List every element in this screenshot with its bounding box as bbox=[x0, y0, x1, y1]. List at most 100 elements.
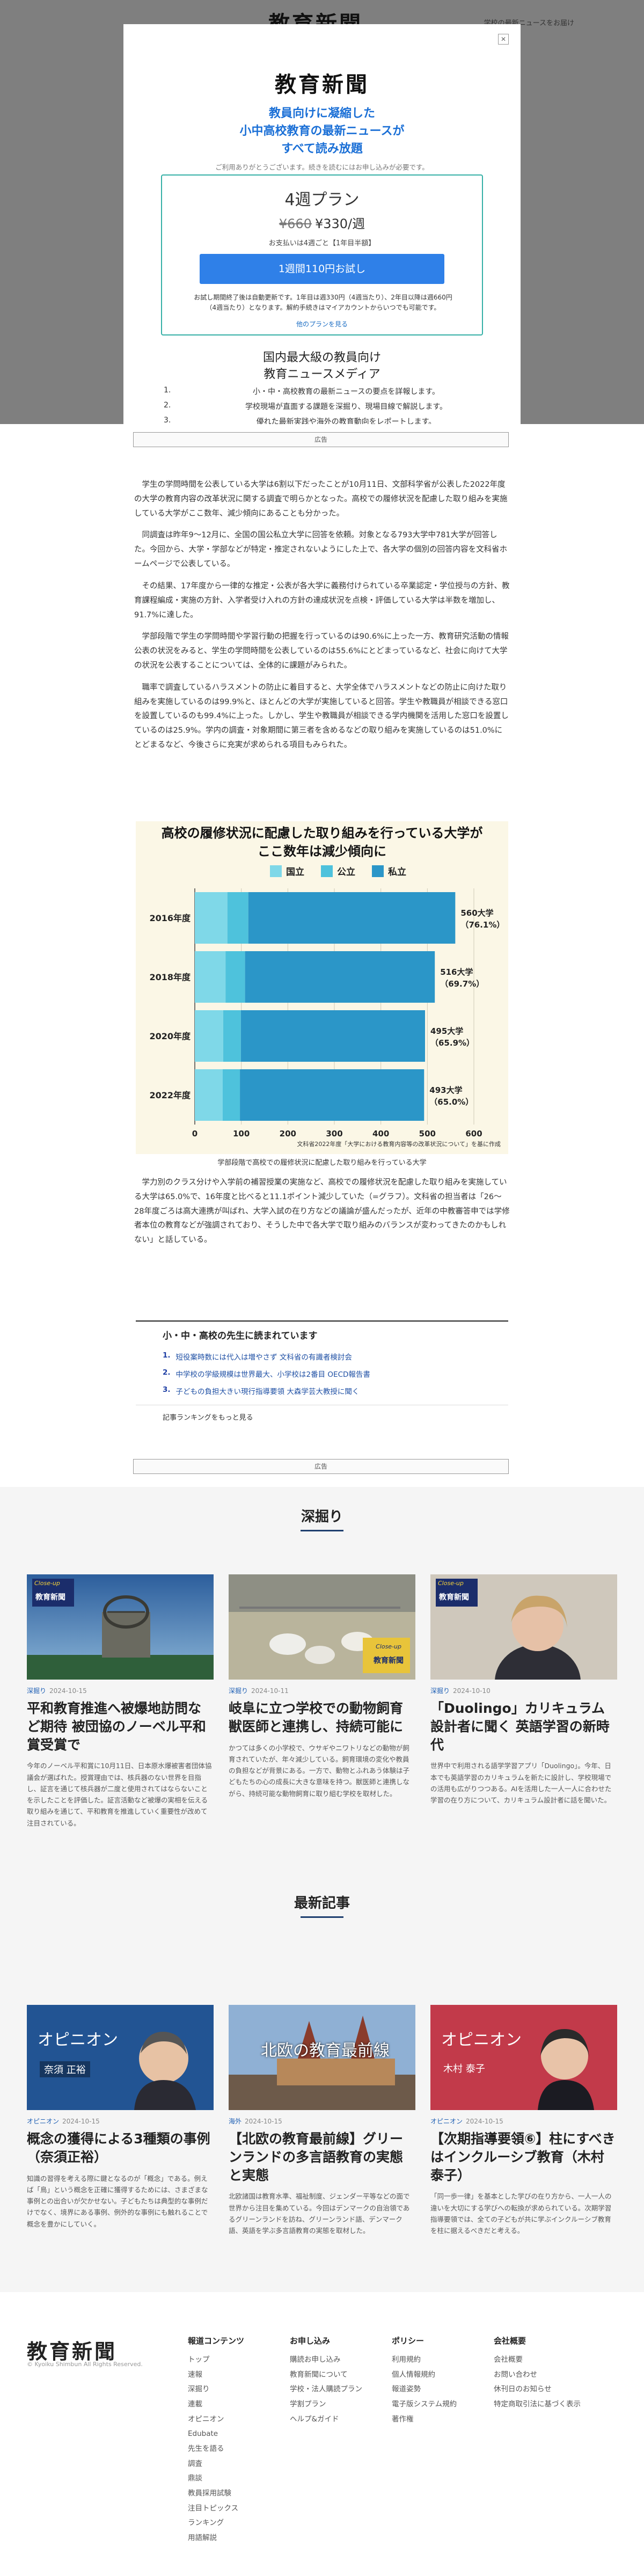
trial-button[interactable]: 1週間110円お試し bbox=[200, 254, 444, 284]
chart-title: ここ数年は減少傾向に bbox=[258, 844, 386, 859]
article-card[interactable]: 北欧の教育最前線 海外 2024-10-15 【北欧の教育最前線】グリーンランドの… bbox=[229, 2005, 415, 2236]
bar-segment bbox=[195, 951, 226, 1003]
plan-price: ¥660 ¥330/週 bbox=[162, 213, 482, 232]
footer-link[interactable]: 学割プラン bbox=[290, 2397, 362, 2412]
article-card[interactable]: Close-up 教育新聞 深掘り 2024-10-11 岐阜に立つ学校での動物飼… bbox=[229, 1574, 415, 1799]
fine-print: お試し期間終了後は自動更新です。1年目は週330円（4週当たり）、2年目以降は週… bbox=[194, 294, 452, 312]
category-label: 2016年度 bbox=[149, 913, 191, 923]
footer-link[interactable]: 先生を語る bbox=[188, 2442, 244, 2457]
thumbnail-image bbox=[430, 1574, 617, 1680]
close-icon[interactable]: ✕ bbox=[498, 34, 509, 45]
article-paragraph: 同調査は昨年9〜12月に、全国の国公私立大学に回答を依頼。対象となる793大学中… bbox=[134, 531, 508, 569]
card-category[interactable]: オピニオン bbox=[430, 2118, 463, 2125]
article-card[interactable]: Close-up 教育新聞 深掘り 2024-10-10 「Duolingo」カリ… bbox=[430, 1574, 617, 1806]
card-title[interactable]: 「Duolingo」カリキュラム設計者に聞く 英語学習の新時代 bbox=[430, 1699, 617, 1754]
card-date: 2024-10-11 bbox=[251, 1687, 289, 1695]
card-thumbnail[interactable]: Close-up 教育新聞 bbox=[229, 1574, 415, 1680]
bar-segment bbox=[195, 1010, 223, 1062]
footer-link[interactable]: 会社概要 bbox=[494, 2353, 581, 2368]
article-paragraph: 学生の学問時間を公表している大学は6割以下だったことが10月11日、文部科学省が… bbox=[134, 480, 508, 518]
bar-chart: 高校の履修状況に配慮した取り組みを行っている大学がここ数年は減少傾向に国立 公立 私… bbox=[136, 821, 508, 1154]
card-thumbnail[interactable]: 北欧の教育最前線 bbox=[229, 2005, 415, 2110]
footer-link[interactable]: 報道姿勢 bbox=[392, 2382, 457, 2397]
card-excerpt: 北欧諸国は教育水準、福祉制度、ジェンダー平等などの面で世界から注目を集めている。… bbox=[229, 2192, 410, 2235]
payment-note: お支払いは4週ごと【1年目半額】 bbox=[268, 239, 376, 247]
bar-segment bbox=[227, 892, 248, 944]
card-thumbnail[interactable]: Close-up 教育新聞 bbox=[27, 1574, 214, 1680]
card-thumbnail[interactable]: Close-up 教育新聞 bbox=[430, 1574, 617, 1680]
card-title[interactable]: 【北欧の教育最前線】グリーンランドの多言語教育の実態と実態 bbox=[229, 2130, 415, 2184]
popular-article-link[interactable]: 2. 中学校の学級規模は世界最大、小学校は2番目 OECD報告書 bbox=[163, 1365, 508, 1382]
card-date: 2024-10-15 bbox=[245, 2118, 282, 2125]
footer-link[interactable]: 電子版システム規約 bbox=[392, 2397, 457, 2412]
footer-column-heading: 会社概要 bbox=[494, 2336, 526, 2346]
footer-link[interactable]: 深掘り bbox=[188, 2382, 244, 2397]
card-excerpt: 今年のノーベル平和賞に10月11日、日本原水爆被害者団体協議会が選ばれた。授賞理… bbox=[27, 1762, 212, 1827]
footer-link[interactable]: 調査 bbox=[188, 2457, 244, 2472]
footer-link[interactable]: ランキング bbox=[188, 2516, 244, 2531]
footer-link[interactable]: 休刊日のお知らせ bbox=[494, 2382, 581, 2397]
card-category[interactable]: 深掘り bbox=[27, 1687, 46, 1695]
card-title[interactable]: 岐阜に立つ学校での動物飼育 獣医師と連携し、持続可能に bbox=[229, 1699, 415, 1736]
paywall-modal: ✕ 教育新聞 教員向けに凝縮した 小中高校教育の最新ニュースが すべて読み放題 ご利… bbox=[123, 24, 521, 424]
media-title: 国内最大級の教員向け 教育ニュースメディア bbox=[123, 350, 521, 383]
article-card[interactable]: オピニオン 木村 泰子 オピニオン 2024-10-15 【次期指導要領⑥】柱にす… bbox=[430, 2005, 617, 2236]
footer-link[interactable]: 個人情報規約 bbox=[392, 2368, 457, 2383]
article-card[interactable]: Close-up 教育新聞 深掘り 2024-10-15 平和教育推進へ被爆地訪問… bbox=[27, 1574, 214, 1829]
card-category[interactable]: オピニオン bbox=[27, 2118, 59, 2125]
modal-thanks-text: ご利用ありがとうございます。続きを読むにはお申し込みが必要です。 bbox=[215, 163, 429, 171]
footer-column-policy: ポリシー 利用規約 個人情報規約 報道姿勢 電子版システム規約 著作権 bbox=[392, 2335, 457, 2427]
footer-link[interactable]: 用語解説 bbox=[188, 2531, 244, 2546]
footer-logo[interactable]: 教育新聞 bbox=[27, 2335, 117, 2365]
footer-link[interactable]: 鼎談 bbox=[188, 2471, 244, 2486]
card-category[interactable]: 海外 bbox=[229, 2118, 241, 2125]
footer-link[interactable]: 連載 bbox=[188, 2397, 244, 2412]
x-tick-label: 100 bbox=[233, 1129, 250, 1139]
other-plans-link[interactable]: 他のプランを見る bbox=[162, 319, 482, 329]
footer-link[interactable]: 特定商取引法に基づく表示 bbox=[494, 2397, 581, 2412]
popular-articles-box: 小・中・高校の先生に読まれています 1. 短役案時数には代入は増やさず 文科省の有… bbox=[136, 1320, 508, 1428]
x-tick-label: 200 bbox=[280, 1129, 296, 1139]
bar-segment bbox=[240, 1069, 425, 1121]
bar-segment bbox=[195, 1069, 223, 1121]
card-date: 2024-10-15 bbox=[466, 2118, 503, 2125]
footer-link[interactable]: ヘルプ&ガイド bbox=[290, 2412, 362, 2427]
footer-link[interactable]: 学校・法人購読プラン bbox=[290, 2382, 362, 2397]
ad-banner-bottom[interactable]: 広告 bbox=[133, 1459, 509, 1474]
footer-link[interactable]: 著作権 bbox=[392, 2412, 457, 2427]
ranking-more-link[interactable]: 記事ランキングをもっと見る bbox=[136, 1405, 508, 1428]
popular-article-link[interactable]: 1. 短役案時数には代入は増やさず 文科省の有識者検討会 bbox=[163, 1348, 508, 1365]
footer-link[interactable]: Edubate bbox=[188, 2427, 244, 2442]
card-thumbnail[interactable]: オピニオン 奈須 正裕 bbox=[27, 2005, 214, 2110]
ad-banner-top[interactable]: 広告 bbox=[133, 432, 509, 447]
x-tick-label: 600 bbox=[465, 1129, 482, 1139]
footer-link[interactable]: オピニオン bbox=[188, 2412, 244, 2427]
footer-link[interactable]: 利用規約 bbox=[392, 2353, 457, 2368]
footer-link[interactable]: 教育新聞について bbox=[290, 2368, 362, 2383]
footer-link[interactable]: トップ bbox=[188, 2353, 244, 2368]
category-label: 2022年度 bbox=[149, 1090, 191, 1100]
card-title[interactable]: 【次期指導要領⑥】柱にすべきはインクルーシブ教育（木村泰子） bbox=[430, 2130, 617, 2184]
card-excerpt: 知識の習得を考える際に鍵となるのが「概念」である。例えば「鳥」という概念を正確に… bbox=[27, 2174, 208, 2228]
footer-link[interactable]: 購読お申し込み bbox=[290, 2353, 362, 2368]
section-underline bbox=[301, 1530, 343, 1531]
legend-label: 国立 bbox=[286, 866, 304, 878]
card-title[interactable]: 概念の獲得による3種類の事例（奈須正裕） bbox=[27, 2130, 214, 2166]
popular-article-link[interactable]: 3. 子どもの負担大きい現行指導要領 大森学芸大教授に聞く bbox=[163, 1382, 508, 1399]
footer-link[interactable]: お問い合わせ bbox=[494, 2368, 581, 2383]
card-thumbnail[interactable]: オピニオン 木村 泰子 bbox=[430, 2005, 617, 2110]
thumb-heading: 北欧の教育最前線 bbox=[261, 2041, 390, 2060]
card-category[interactable]: 深掘り bbox=[229, 1687, 248, 1695]
tagline-line: 教員向けに凝縮した bbox=[268, 107, 375, 120]
footer-link[interactable]: 教員採用試験 bbox=[188, 2486, 244, 2501]
section-underline bbox=[301, 1916, 343, 1918]
footer-link[interactable]: 速報 bbox=[188, 2368, 244, 2383]
media-title-line: 国内最大級の教員向け bbox=[262, 351, 381, 364]
footer-link[interactable]: 注目トピックス bbox=[188, 2501, 244, 2516]
thumbnail-image bbox=[27, 1574, 214, 1680]
card-title[interactable]: 平和教育推進へ被爆地訪問など期待 被団協のノーベル平和賞受賞で bbox=[27, 1699, 214, 1754]
card-category[interactable]: 深掘り bbox=[430, 1687, 450, 1695]
legend-label: 私立 bbox=[388, 866, 406, 878]
article-card[interactable]: オピニオン 奈須 正裕 オピニオン 2024-10-15 概念の獲得による3種類の… bbox=[27, 2005, 214, 2230]
feature-item: 2. 学校現場が直面する課題を深掘り、現場目線で解説します。 bbox=[164, 401, 448, 411]
